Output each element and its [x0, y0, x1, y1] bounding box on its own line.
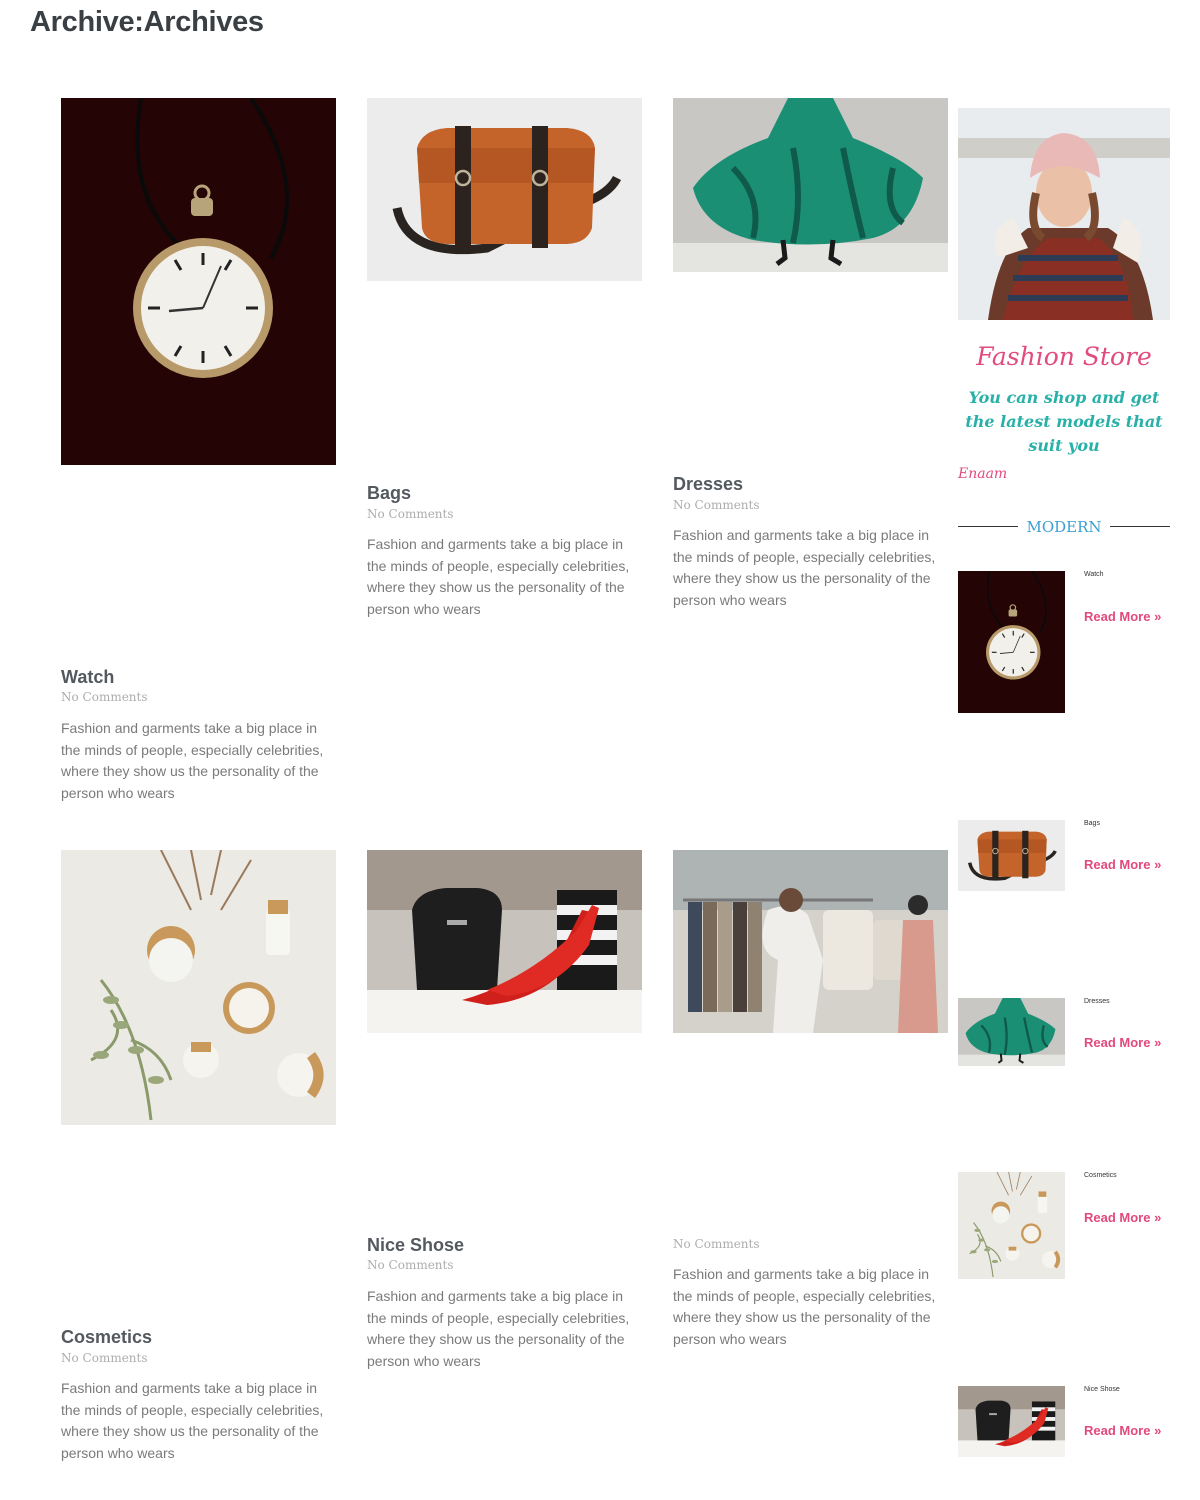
sidebar-item-watch-title[interactable]: Watch	[1084, 571, 1104, 578]
woman-in-winter-coat-image	[958, 108, 1170, 320]
post-title-bags[interactable]: Bags	[367, 483, 411, 504]
post-meta-dresses[interactable]: No Comments	[673, 498, 760, 512]
promo-image	[958, 108, 1170, 320]
sidebar-item-nice-shose-thumbnail[interactable]	[958, 1386, 1065, 1457]
page-title: Archive:Archives	[30, 6, 264, 38]
post-excerpt-bags: Fashion and garments take a big place in…	[367, 536, 630, 617]
green-dress-image	[673, 98, 948, 272]
sidebar-item-cosmetics-thumbnail[interactable]	[958, 1172, 1065, 1279]
post-title-dresses[interactable]: Dresses	[673, 474, 743, 495]
sidebar-item-dresses-title[interactable]: Dresses	[1084, 998, 1110, 1005]
clothes-shop-image	[673, 850, 948, 1033]
pocket-watch-image	[958, 571, 1065, 713]
sidebar-item-bags-read-more[interactable]: Read More »	[1084, 857, 1161, 872]
post-thumbnail-shop[interactable]	[673, 850, 948, 1033]
sidebar-item-cosmetics-title[interactable]: Cosmetics	[1084, 1172, 1117, 1179]
post-thumbnail-cosmetics[interactable]	[61, 850, 336, 1125]
sidebar-item-nice-shose-title[interactable]: Nice Shose	[1084, 1386, 1120, 1393]
pocket-watch-image	[61, 98, 336, 465]
cosmetics-jars-image	[61, 850, 336, 1125]
post-thumbnail-bags[interactable]	[367, 98, 642, 281]
red-heels-image	[367, 850, 642, 1033]
section-divider-left	[958, 526, 1018, 527]
post-thumbnail-dresses[interactable]	[673, 98, 948, 272]
leather-bag-image	[367, 98, 642, 281]
post-thumbnail-watch[interactable]	[61, 98, 336, 465]
promo-title: Fashion Store	[976, 342, 1152, 371]
green-dress-image	[958, 998, 1065, 1066]
red-heels-image	[958, 1386, 1065, 1457]
leather-bag-image	[958, 820, 1065, 891]
post-excerpt-nice-shose: Fashion and garments take a big place in…	[367, 1288, 630, 1369]
sidebar-item-cosmetics-read-more[interactable]: Read More »	[1084, 1210, 1161, 1225]
cosmetics-jars-image	[958, 1172, 1065, 1279]
post-meta-shop[interactable]: No Comments	[673, 1237, 760, 1251]
post-title-cosmetics[interactable]: Cosmetics	[61, 1327, 152, 1348]
post-excerpt-dresses: Fashion and garments take a big place in…	[673, 527, 936, 608]
post-meta-nice-shose[interactable]: No Comments	[367, 1258, 454, 1272]
sidebar-item-bags-title[interactable]: Bags	[1084, 820, 1100, 827]
section-divider-right	[1110, 526, 1170, 527]
post-title-watch[interactable]: Watch	[61, 667, 114, 688]
sidebar-item-watch-read-more[interactable]: Read More »	[1084, 609, 1161, 624]
post-meta-watch[interactable]: No Comments	[61, 690, 148, 704]
post-excerpt-shop: Fashion and garments take a big place in…	[673, 1266, 936, 1347]
sidebar-item-bags-thumbnail[interactable]	[958, 820, 1065, 891]
sidebar-item-watch-thumbnail[interactable]	[958, 571, 1065, 713]
post-excerpt-cosmetics: Fashion and garments take a big place in…	[61, 1380, 324, 1461]
post-meta-cosmetics[interactable]: No Comments	[61, 1351, 148, 1365]
sidebar-item-dresses-read-more[interactable]: Read More »	[1084, 1035, 1161, 1050]
post-title-nice-shose[interactable]: Nice Shose	[367, 1235, 464, 1256]
post-meta-bags[interactable]: No Comments	[367, 507, 454, 521]
post-excerpt-watch: Fashion and garments take a big place in…	[61, 720, 324, 801]
section-label-modern: MODERN	[1026, 518, 1102, 536]
post-thumbnail-nice-shose[interactable]	[367, 850, 642, 1033]
promo-text: You can shop and get the latest models t…	[965, 388, 1163, 455]
promo-signature: Enaam	[958, 466, 1008, 482]
sidebar-item-nice-shose-read-more[interactable]: Read More »	[1084, 1423, 1161, 1438]
sidebar-item-dresses-thumbnail[interactable]	[958, 998, 1065, 1066]
